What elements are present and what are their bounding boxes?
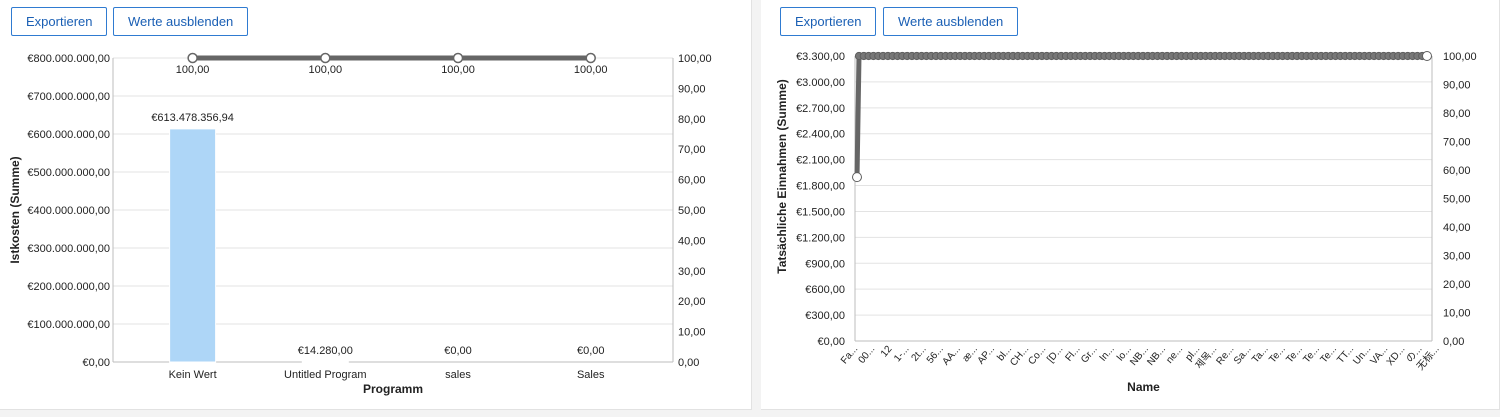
x-tick-label: Ta... [1250,344,1271,366]
y-axis-title: Istkosten (Summe) [8,156,22,263]
x-tick-label: [D... [1045,344,1065,365]
bar-value-label: €14.280,00 [298,345,353,357]
bar-value-label: €0,00 [444,345,472,357]
y-tick-label: €1.800,00 [796,181,845,193]
y-tick-label: €3.300,00 [796,51,845,63]
y2-tick-label: 10,00 [678,327,706,339]
line-point-label: 100,00 [441,64,475,76]
y2-tick-label: 20,00 [678,296,706,308]
y-tick-label: €2.400,00 [796,129,845,141]
bar-chart: €0,00 €100.000.000,00 €200.000.000,00 €300.… [8,52,712,396]
y-tick-label: €900,00 [805,258,845,270]
line-point-label: 100,00 [308,64,342,76]
y2-tick-label: 100,00 [678,53,712,65]
y2-tick-label: 30,00 [678,266,706,278]
y-tick-label: €300,00 [805,310,845,322]
x-tick-label: Fl... [1063,344,1082,364]
y2-tick-label: 10,00 [1443,308,1471,320]
y-tick-label: €600.000.000,00 [27,129,110,141]
x-tick-label: Co... [1026,344,1048,367]
x-axis-title: Name [1127,380,1160,394]
x-tick-label: NB... [1145,344,1168,368]
y2-tick-label: 80,00 [678,114,706,126]
x-tick-label: 00... [856,344,877,366]
y2-tick-label: 50,00 [1443,194,1471,206]
y2-tick-label: 30,00 [1443,251,1471,263]
x-tick-label: XD... [1385,344,1408,368]
x-tick-label: Te... [1284,344,1305,366]
y2-tick-label: 60,00 [1443,165,1471,177]
line-point-label: 100,00 [176,64,210,76]
bar [169,128,217,363]
x-tick-label: Te... [1267,344,1288,366]
y2-tick-label: 90,00 [1443,80,1471,92]
y2-tick-label: 50,00 [678,205,706,217]
x-tick-label: Te... [1301,344,1322,366]
line-chart: €0,00 €300,00 €600,00 €900,00 €1.200,00 €1.50… [775,51,1477,394]
y2-tick-label: 80,00 [1443,108,1471,120]
y-tick-label: €600,00 [805,284,845,296]
y-tick-label: €0,00 [817,336,845,348]
line-point [852,172,862,183]
y-tick-label: €100.000.000,00 [27,319,110,331]
y2-tick-label: 40,00 [1443,222,1471,234]
x-tick-label: 1-... [892,344,912,364]
y-tick-label: €500.000.000,00 [27,167,110,179]
y-tick-label: €3.000,00 [796,77,845,89]
y2-tick-label: 0,00 [678,357,699,369]
x-tick-label: AA... [941,344,963,368]
y2-tick-label: 100,00 [1443,51,1477,63]
y-tick-label: €1.500,00 [796,206,845,218]
y-tick-label: €1.200,00 [796,232,845,244]
line-point [585,52,596,64]
bar-value-label: €0,00 [577,345,605,357]
y2-tick-label: 40,00 [678,235,706,247]
x-axis-title: Programm [363,382,423,396]
y2-tick-label: 90,00 [678,83,706,95]
y-axis-title: Tatsächliche Einnahmen (Summe) [775,79,789,274]
line-point [320,52,331,64]
y-tick-label: €200.000.000,00 [27,281,110,293]
line-point [452,52,464,64]
y2-tick-label: 20,00 [1443,279,1471,291]
y2-tick-label: 60,00 [678,175,706,187]
y2-tick-label: 70,00 [1443,137,1471,149]
x-tick-label: NB... [1128,344,1151,368]
x-tick-label: Sales [577,369,605,381]
y-tick-label: €800.000.000,00 [27,53,110,65]
line-point [187,52,198,64]
y-tick-label: €300.000.000,00 [27,243,110,255]
x-tick-label: ne... [1164,344,1185,366]
x-tick-label: Sa... [1232,344,1254,367]
y2-tick-label: 0,00 [1443,336,1464,348]
left-chart-panel: Exportieren Werte ausblenden €0,00 €100.0… [0,0,752,410]
x-tick-label: sales [445,369,471,381]
x-tick-label: Un... [1351,344,1373,367]
y-tick-label: €400.000.000,00 [27,205,110,217]
y2-tick-label: 70,00 [678,144,706,156]
y-tick-label: €700.000.000,00 [27,91,110,103]
x-tick-label: Re... [1214,344,1236,367]
line-series [854,53,1427,178]
x-tick-label: Gr... [1079,344,1100,366]
x-tick-label: AP... [976,344,998,367]
y-tick-label: €2.700,00 [796,103,845,115]
x-tick-label: Untitled Program [284,369,367,381]
x-tick-label: CH... [1008,344,1031,369]
bar-value-label: €613.478.356,94 [151,112,234,124]
line-point [1422,51,1432,61]
y-tick-label: €2.100,00 [796,155,845,167]
right-chart-panel: Exportieren Werte ausblenden €0,00 €300,0… [761,0,1500,410]
line-point-label: 100,00 [574,64,608,76]
x-tick-label: Kein Wert [169,369,217,381]
x-tick-label: Te... [1319,344,1340,366]
x-tick-label: In... [1098,344,1117,364]
y-tick-label: €0,00 [82,357,110,369]
